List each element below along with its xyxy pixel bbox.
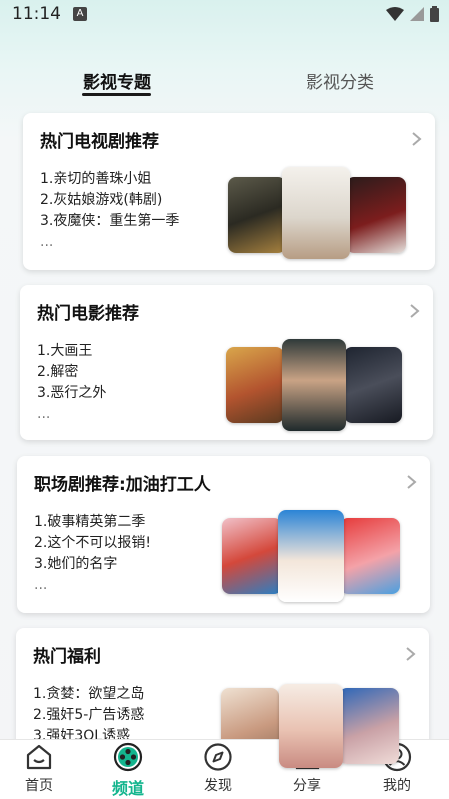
topic-card[interactable]: 热门电视剧推荐 1.亲切的善珠小姐 2.灰姑娘游戏(韩剧) 3.夜魔侠：重生第一… (23, 113, 435, 270)
poster-group (226, 339, 406, 433)
list-item[interactable]: 3.夜魔侠：重生第一季 (40, 211, 179, 232)
card-item-list: 1.亲切的善珠小姐 2.灰姑娘游戏(韩剧) 3.夜魔侠：重生第一季 ... (40, 169, 179, 253)
card-title: 热门电影推荐 (37, 304, 139, 324)
card-title: 职场剧推荐:加油打工人 (34, 475, 211, 495)
chevron-right-icon[interactable] (403, 646, 417, 662)
status-bar: 11:14 A (0, 0, 449, 30)
status-notification-icon: A (73, 7, 87, 21)
battery-icon (430, 6, 439, 22)
list-item[interactable]: 1.破事精英第二季 (34, 512, 151, 533)
chevron-right-icon[interactable] (409, 131, 423, 147)
wifi-icon (386, 7, 404, 21)
poster-image[interactable] (222, 518, 282, 594)
nav-label: 频道 (111, 779, 144, 798)
chevron-right-icon[interactable] (407, 303, 421, 319)
list-item[interactable]: 2.解密 (37, 362, 106, 383)
tab-categories[interactable]: 影视分类 (306, 68, 374, 93)
list-item[interactable]: 1.贪婪：欲望之岛 (33, 684, 144, 705)
card-title: 热门电视剧推荐 (40, 132, 159, 152)
poster-image[interactable] (226, 347, 284, 423)
status-icons (386, 6, 439, 22)
list-item[interactable]: 1.亲切的善珠小姐 (40, 169, 179, 190)
home-icon (26, 744, 52, 770)
poster-image[interactable] (228, 177, 286, 253)
nav-discover[interactable]: 发现 (188, 742, 248, 799)
nav-label: 首页 (25, 778, 53, 794)
poster-image[interactable] (340, 518, 400, 594)
poster-group (228, 167, 408, 259)
tab-active-indicator (82, 93, 151, 96)
status-time: 11:14 (12, 4, 61, 24)
nav-label: 分享 (293, 778, 321, 794)
poster-image[interactable] (279, 684, 343, 768)
card-item-list: 1.贪婪：欲望之岛 2.强奸5-广告诱惑 3.强奸3OL诱惑 (33, 684, 144, 747)
list-item[interactable]: 2.强奸5-广告诱惑 (33, 705, 144, 726)
topic-card[interactable]: 职场剧推荐:加油打工人 1.破事精英第二季 2.这个不可以报销! 3.她们的名字… (17, 456, 430, 613)
card-title: 热门福利 (33, 647, 101, 667)
card-item-list: 1.大画王 2.解密 3.恶行之外 ... (37, 341, 106, 425)
more-indicator: ... (34, 577, 48, 593)
poster-image[interactable] (282, 167, 350, 259)
topic-card[interactable]: 热门电影推荐 1.大画王 2.解密 3.恶行之外 ... (20, 285, 433, 440)
list-item[interactable]: 1.大画王 (37, 341, 106, 362)
tab-topics[interactable]: 影视专题 (83, 68, 151, 93)
list-item[interactable]: 3.恶行之外 (37, 383, 106, 404)
list-item[interactable]: 2.这个不可以报销! (34, 533, 151, 554)
list-item[interactable]: 3.她们的名字 (34, 554, 151, 575)
card-item-list: 1.破事精英第二季 2.这个不可以报销! 3.她们的名字 ... (34, 512, 151, 596)
compass-icon (204, 743, 232, 771)
film-reel-icon (113, 742, 143, 772)
poster-group (222, 510, 402, 604)
more-indicator: ... (37, 406, 51, 422)
signal-icon (410, 7, 424, 21)
poster-image[interactable] (282, 339, 346, 431)
poster-image[interactable] (278, 510, 344, 602)
nav-label: 发现 (204, 778, 232, 794)
poster-image[interactable] (344, 347, 402, 423)
poster-image[interactable] (346, 177, 406, 253)
list-item[interactable]: 2.灰姑娘游戏(韩剧) (40, 190, 179, 211)
more-indicator: ... (40, 234, 54, 250)
nav-channels[interactable]: 频道 (98, 742, 158, 799)
poster-image[interactable] (339, 688, 399, 764)
nav-home[interactable]: 首页 (9, 742, 69, 799)
nav-label: 我的 (383, 778, 411, 794)
chevron-right-icon[interactable] (404, 474, 418, 490)
tab-bar: 影视专题 影视分类 (0, 62, 449, 102)
